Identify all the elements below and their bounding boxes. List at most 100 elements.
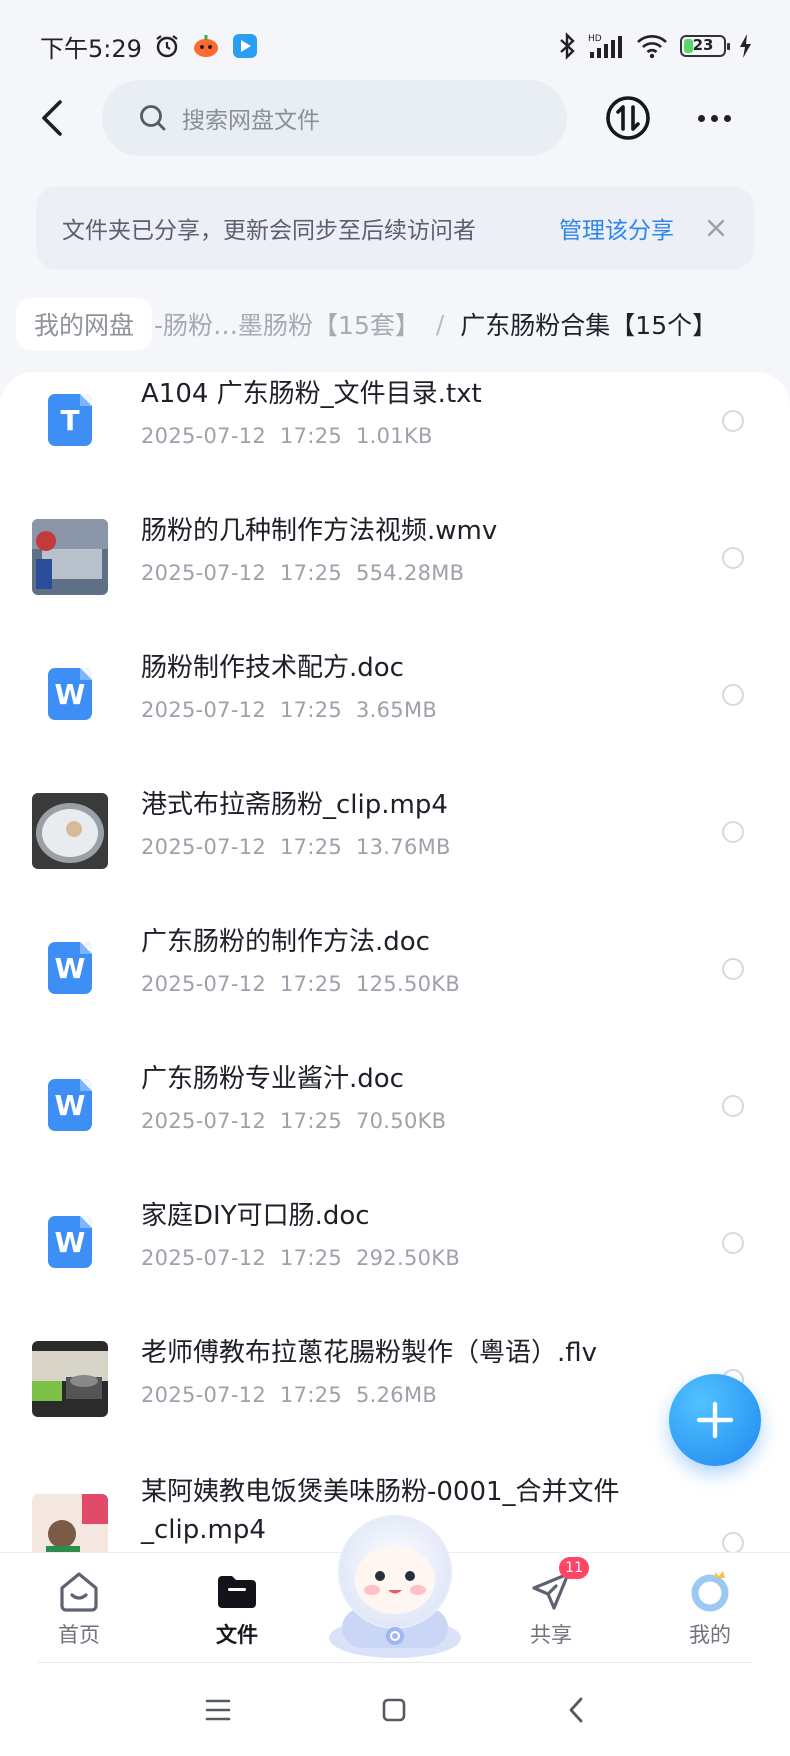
video-thumbnail [32, 793, 108, 869]
breadcrumb-root[interactable]: 我的网盘 [16, 298, 153, 350]
file-time: 17:25 [280, 1246, 343, 1270]
select-checkbox[interactable] [722, 1095, 744, 1117]
tab-label: 我的 [689, 1623, 731, 1647]
svg-text:HD: HD [588, 34, 602, 44]
list-item[interactable]: T A104 广东肠粉_文件目录.txt 2025-07-12 17:25 1.… [0, 379, 790, 519]
file-type-letter: W [48, 668, 92, 720]
word-doc-icon: W [32, 656, 108, 732]
back-nav-button[interactable] [558, 1692, 594, 1728]
breadcrumb-parent[interactable]: -肠粉…墨肠粉【15套】 [154, 306, 420, 342]
list-item[interactable]: W 家庭DIY可口肠.doc 2025-07-12 17:25 292.50KB [0, 1201, 790, 1341]
video-thumbnail [32, 1341, 108, 1417]
file-time: 17:25 [280, 424, 343, 448]
manage-share-link[interactable]: 管理该分享 [559, 211, 674, 245]
file-size: 13.76MB [355, 835, 451, 859]
menu-icon [205, 1699, 231, 1721]
file-time: 17:25 [280, 1383, 343, 1407]
more-icon-dot [723, 114, 731, 122]
tab-files[interactable]: 文件 [182, 1567, 292, 1657]
file-size: 292.50KB [355, 1246, 461, 1270]
file-meta: 2025-07-12 17:25 292.50KB [141, 1246, 460, 1270]
file-meta: 2025-07-12 17:25 3.65MB [141, 698, 437, 722]
add-button[interactable] [669, 1374, 761, 1466]
share-icon: 11 [527, 1557, 589, 1615]
tab-home[interactable]: 首页 [24, 1567, 134, 1657]
transfer-button[interactable] [604, 94, 652, 142]
alarm-icon [154, 33, 180, 59]
battery-icon: 23 [680, 35, 730, 57]
file-meta: 2025-07-12 17:25 5.26MB [141, 1383, 437, 1407]
banner-text: 文件夹已分享，更新会同步至后续访问者 [62, 218, 476, 244]
charging-icon [738, 33, 752, 59]
select-checkbox[interactable] [722, 1232, 744, 1254]
file-type-letter: T [48, 394, 92, 446]
tab-share[interactable]: 11 共享 [496, 1557, 606, 1657]
file-date: 2025-07-12 [141, 1246, 267, 1270]
tab-label: 共享 [530, 1623, 572, 1647]
tab-profile[interactable]: 我的 [655, 1567, 765, 1657]
video-thumbnail [32, 1494, 108, 1552]
search-placeholder: 搜索网盘文件 [182, 108, 320, 134]
file-date: 2025-07-12 [141, 1383, 267, 1407]
video-thumbnail [32, 519, 108, 595]
list-item[interactable]: 肠粉的几种制作方法视频.wmv 2025-07-12 17:25 554.28M… [0, 516, 790, 656]
list-item[interactable]: 港式布拉斋肠粉_clip.mp4 2025-07-12 17:25 13.76M… [0, 790, 790, 930]
file-time: 17:25 [280, 835, 343, 859]
select-checkbox[interactable] [722, 410, 744, 432]
file-meta: 2025-07-12 17:25 70.50KB [141, 1109, 446, 1133]
plus-icon [696, 1401, 734, 1439]
mascot-icon[interactable] [322, 1510, 468, 1660]
back-button[interactable] [28, 92, 76, 144]
menu-button[interactable] [200, 1692, 236, 1728]
back-arrow-icon [42, 100, 62, 136]
list-item[interactable]: W 广东肠粉的制作方法.doc 2025-07-12 17:25 125.50K… [0, 927, 790, 1067]
home-nav-button[interactable] [376, 1692, 412, 1728]
select-checkbox[interactable] [722, 1532, 744, 1552]
bluetooth-icon [558, 32, 576, 60]
folder-icon [213, 1567, 261, 1615]
app-notification-icon [192, 33, 220, 59]
hd-signal-icon: HD [588, 32, 624, 60]
search-input[interactable]: 搜索网盘文件 [102, 80, 567, 156]
file-size: 1.01KB [355, 424, 433, 448]
search-icon [140, 105, 166, 131]
notification-badge: 11 [559, 1557, 589, 1579]
file-time: 17:25 [280, 1109, 343, 1133]
list-item[interactable]: W 肠粉制作技术配方.doc 2025-07-12 17:25 3.65MB [0, 653, 790, 793]
file-date: 2025-07-12 [141, 698, 267, 722]
select-checkbox[interactable] [722, 547, 744, 569]
status-left: 下午5:29 [40, 29, 258, 64]
word-doc-icon: W [32, 930, 108, 1006]
file-type-letter: W [48, 1079, 92, 1131]
back-icon [569, 1697, 583, 1723]
wifi-icon [636, 33, 668, 59]
file-meta: 2025-07-12 17:25 13.76MB [141, 835, 451, 859]
select-checkbox[interactable] [722, 684, 744, 706]
select-checkbox[interactable] [722, 958, 744, 980]
select-checkbox[interactable] [722, 821, 744, 843]
status-right: HD 23 [558, 32, 752, 60]
file-name: 广东肠粉专业酱汁.doc [141, 1064, 404, 1094]
profile-icon [686, 1567, 734, 1615]
file-list: T A104 广东肠粉_文件目录.txt 2025-07-12 17:25 1.… [0, 372, 790, 1552]
file-meta: 2025-07-12 17:25 125.50KB [141, 972, 460, 996]
file-name: 港式布拉斋肠粉_clip.mp4 [141, 790, 448, 820]
more-button[interactable] [690, 92, 738, 144]
more-icon [697, 114, 705, 122]
nav-divider [38, 1662, 752, 1663]
home-square-icon [382, 1698, 406, 1722]
file-type-letter: W [48, 1216, 92, 1268]
file-name: 家庭DIY可口肠.doc [141, 1201, 370, 1231]
file-time: 17:25 [280, 698, 343, 722]
list-item[interactable]: W 广东肠粉专业酱汁.doc 2025-07-12 17:25 70.50KB [0, 1064, 790, 1204]
word-doc-icon: W [32, 1067, 108, 1143]
file-date: 2025-07-12 [141, 424, 267, 448]
file-name: 老师傅教布拉蔥花腸粉製作（粵语）.flv [141, 1338, 598, 1368]
breadcrumb: 我的网盘 -肠粉…墨肠粉【15套】 / 广东肠粉合集【15个】 [0, 296, 790, 352]
tab-label: 文件 [216, 1623, 258, 1647]
text-file-icon: T [32, 382, 108, 458]
close-icon[interactable] [704, 216, 728, 240]
more-icon-dot [710, 114, 718, 122]
file-date: 2025-07-12 [141, 561, 267, 585]
home-icon [55, 1567, 103, 1615]
